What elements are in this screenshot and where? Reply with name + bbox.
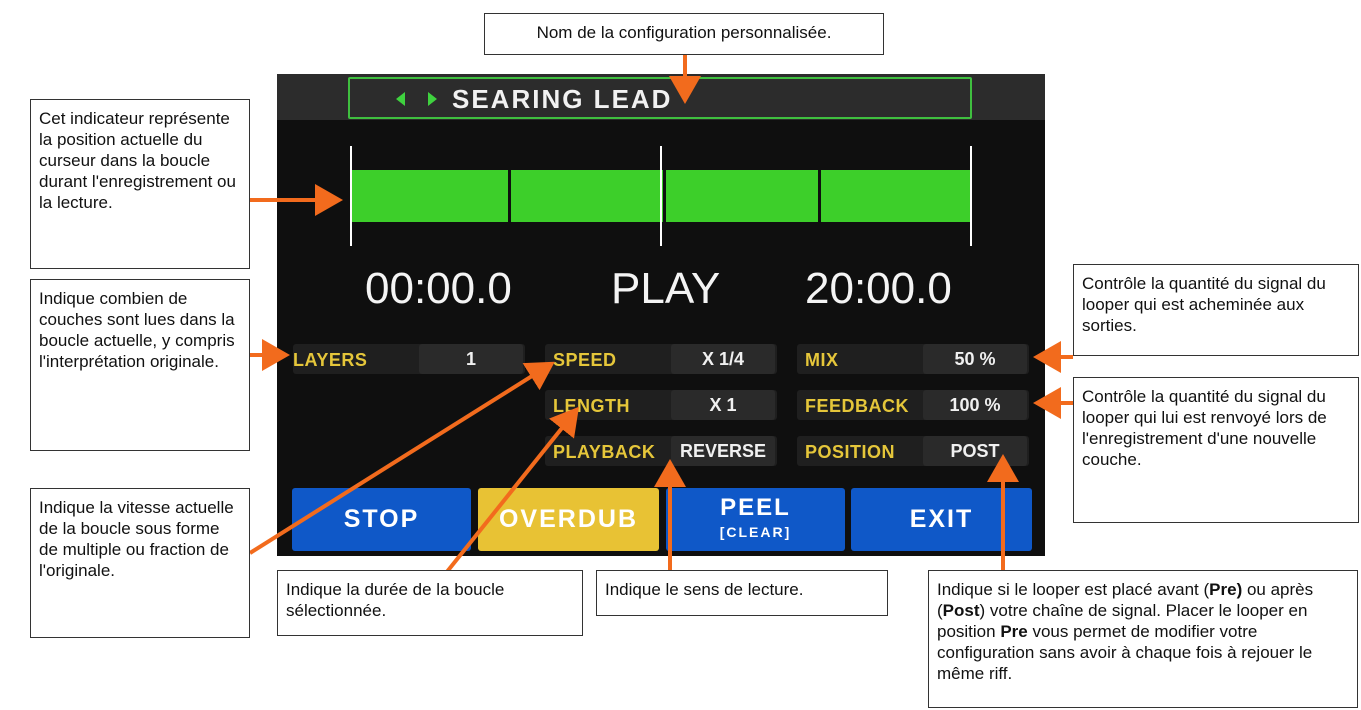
callout-preset-name: Nom de la configuration personnalisée. (484, 13, 884, 55)
preset-selector[interactable]: SEARING LEAD (348, 77, 972, 119)
loop-state: PLAY (611, 264, 721, 313)
arrow-right-icon[interactable] (428, 92, 437, 106)
param-label: MIX (805, 350, 839, 370)
param-mix[interactable]: MIX 50 % (797, 344, 1029, 374)
param-layers[interactable]: LAYERS 1 (293, 344, 525, 374)
callout-cursor: Cet indicateur représente la position ac… (30, 99, 250, 269)
loop-end-marker (970, 146, 972, 246)
param-value: 100 % (923, 390, 1027, 420)
param-label: SPEED (553, 350, 617, 370)
callout-mix: Contrôle la quantité du signal du looper… (1073, 264, 1359, 356)
param-label: FEEDBACK (805, 396, 910, 416)
preset-name: SEARING LEAD (452, 84, 673, 114)
param-feedback[interactable]: FEEDBACK 100 % (797, 390, 1029, 420)
segment-divider (508, 170, 511, 222)
param-length[interactable]: LENGTH X 1 (545, 390, 777, 420)
loop-cursor (350, 146, 352, 246)
segment-divider (818, 170, 821, 222)
callout-position: Indique si le looper est placé avant (Pr… (928, 570, 1358, 708)
param-value: POST (923, 436, 1027, 466)
param-value: REVERSE (671, 436, 775, 466)
callout-length: Indique la durée de la boucle sélectionn… (277, 570, 583, 636)
total-time: 20:00.0 (805, 264, 952, 313)
peel-label: PEEL (720, 494, 791, 521)
exit-button[interactable]: EXIT (851, 488, 1032, 551)
param-value: X 1/4 (671, 344, 775, 374)
callout-layers: Indique combien de couches sont lues dan… (30, 279, 250, 451)
param-value: 50 % (923, 344, 1027, 374)
param-label: PLAYBACK (553, 442, 656, 462)
param-label: POSITION (805, 442, 896, 462)
param-label: LENGTH (553, 396, 630, 416)
param-position[interactable]: POSITION POST (797, 436, 1029, 466)
param-value: X 1 (671, 390, 775, 420)
callout-speed: Indique la vitesse actuelle de la boucle… (30, 488, 250, 638)
callout-feedback: Contrôle la quantité du signal du looper… (1073, 377, 1359, 523)
stop-button[interactable]: STOP (292, 488, 471, 551)
segment-divider (663, 170, 666, 222)
looper-screen: SEARING LEAD 00:00.0 PLAY 20:00.0 LAYERS… (277, 74, 1045, 556)
callout-bold: Pre) (1209, 580, 1243, 599)
param-value: 1 (419, 344, 523, 374)
param-speed[interactable]: SPEED X 1/4 (545, 344, 777, 374)
callout-playback: Indique le sens de lecture. (596, 570, 888, 616)
param-playback[interactable]: PLAYBACK REVERSE (545, 436, 777, 466)
callout-text: Indique si le looper est placé avant ( (937, 580, 1210, 599)
overdub-button[interactable]: OVERDUB (478, 488, 659, 551)
elapsed-time: 00:00.0 (365, 264, 512, 313)
callout-bold: Post (942, 601, 980, 620)
param-label: LAYERS (293, 350, 368, 370)
clear-label: [CLEAR] (719, 524, 792, 540)
callout-bold: Pre (1000, 622, 1028, 641)
peel-clear-button[interactable]: PEEL [CLEAR] (666, 488, 845, 551)
arrow-left-icon[interactable] (396, 92, 405, 106)
loop-midpoint-marker (660, 146, 662, 246)
